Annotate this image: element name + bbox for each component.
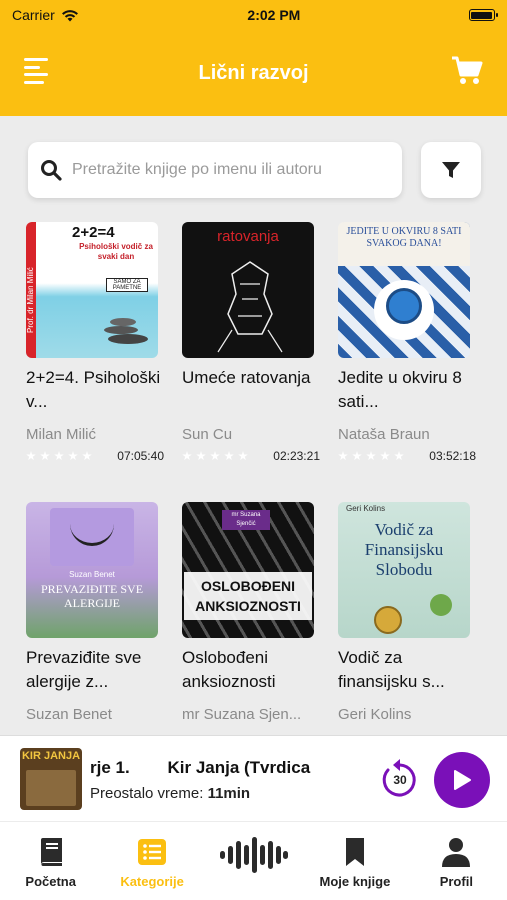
book-author: Nataša Braun bbox=[338, 426, 430, 443]
book-cover: Prof. dr Milan Milić 2+2=4 Psihološki vo… bbox=[26, 222, 158, 358]
search-box bbox=[28, 142, 402, 198]
book-cover: JEDITE U OKVIRU 8 SATI SVAKOG DANA! bbox=[338, 222, 470, 358]
cover-title: JEDITE U OKVIRU 8 SATI SVAKOG DANA! bbox=[346, 226, 462, 249]
play-icon bbox=[454, 770, 471, 790]
audio-wave-icon bbox=[219, 837, 288, 873]
tab-kategorije[interactable]: Kategorije bbox=[101, 822, 202, 900]
book-card[interactable]: Geri Kolins Vodič za Finansijsku Slobodu… bbox=[338, 502, 478, 723]
wifi-icon bbox=[61, 9, 78, 21]
cover-title: PREVAZIĐITE SVE ALERGIJE bbox=[40, 582, 144, 610]
search-icon bbox=[41, 160, 62, 181]
list-icon bbox=[138, 839, 167, 865]
filter-icon bbox=[442, 162, 460, 178]
cover-title: ratovanja bbox=[217, 228, 279, 245]
book-card[interactable]: Prof. dr Milan Milić 2+2=4 Psihološki vo… bbox=[26, 222, 166, 463]
page-title: Lični razvoj bbox=[198, 61, 309, 84]
book-meta: 02:23:21 bbox=[182, 449, 320, 463]
thumb-title: KIR JANJA bbox=[21, 750, 81, 762]
tab-audio[interactable] bbox=[203, 822, 304, 900]
book-author: Suzan Benet bbox=[26, 706, 112, 723]
bookmark-icon bbox=[345, 838, 364, 866]
book-author: Sun Cu bbox=[182, 426, 233, 443]
tab-label: Kategorije bbox=[120, 874, 184, 889]
status-time: 2:02 PM bbox=[247, 7, 301, 23]
remaining-value: 11min bbox=[207, 785, 251, 802]
book-duration: 02:23:21 bbox=[273, 449, 320, 463]
book-card[interactable]: ratovanja Umeće ratovanja Sun Cu 02:23:2… bbox=[182, 222, 322, 463]
book-cover: mr Suzana Sjenčić OSLOBOĐENI ANKSIOZNOST… bbox=[182, 502, 314, 638]
status-bar: Carrier 2:02 PM bbox=[0, 0, 507, 30]
cover-subtitle: Psihološki vodič za svaki dan bbox=[79, 242, 153, 261]
book-meta: 07:05:40 bbox=[26, 449, 164, 463]
tab-label: Profil bbox=[439, 874, 473, 889]
book-author: Geri Kolins bbox=[338, 706, 412, 723]
rewind-seconds: 30 bbox=[393, 773, 407, 787]
book-author: Milan Milić bbox=[26, 426, 97, 443]
cover-title: Vodič za Finansijsku Slobodu bbox=[364, 520, 444, 579]
search-input[interactable] bbox=[72, 161, 392, 179]
book-duration: 03:52:18 bbox=[429, 449, 476, 463]
book-card[interactable]: Suzan Benet PREVAZIĐITE SVE ALERGIJE Pre… bbox=[26, 502, 166, 723]
cover-author: Suzan Benet bbox=[69, 570, 115, 579]
cover-title: 2+2=4 bbox=[72, 224, 115, 241]
rating-stars bbox=[182, 451, 248, 461]
book-cover: Geri Kolins Vodič za Finansijsku Slobodu bbox=[338, 502, 470, 638]
book-card[interactable]: mr Suzana Sjenčić OSLOBOĐENI ANKSIOZNOST… bbox=[182, 502, 322, 723]
tab-label: Moje knjige bbox=[319, 874, 391, 889]
menu-icon[interactable] bbox=[24, 58, 52, 84]
rating-stars bbox=[338, 451, 404, 461]
book-meta: 03:52:18 bbox=[338, 449, 476, 463]
book-cover: ratovanja bbox=[182, 222, 314, 358]
cover-author: Geri Kolins bbox=[346, 504, 386, 513]
book-title: Umeće ratovanja bbox=[182, 368, 311, 387]
filter-button[interactable] bbox=[421, 142, 481, 198]
tab-bar: Početna Kategorije Moje knjige Profil bbox=[0, 822, 507, 900]
tab-pocetna[interactable]: Početna bbox=[0, 822, 101, 900]
profile-icon bbox=[442, 838, 471, 867]
player-remaining: Preostalo vreme: 11min bbox=[90, 785, 250, 802]
cover-author: Prof. dr Milan Milić bbox=[26, 267, 35, 333]
book-author: mr Suzana Sjen... bbox=[182, 706, 302, 723]
book-title: Prevaziđite sve alergije z... bbox=[26, 648, 142, 691]
warrior-illustration bbox=[217, 261, 283, 353]
rewind-button[interactable]: 30 bbox=[380, 756, 420, 802]
book-title: Oslobođeni anksioznosti bbox=[182, 648, 276, 691]
remaining-label: Preostalo vreme: bbox=[90, 785, 204, 802]
rating-stars bbox=[26, 451, 92, 461]
carrier-label: Carrier bbox=[12, 7, 55, 23]
book-title: Jedite u okviru 8 sati... bbox=[338, 368, 462, 411]
cover-badge: SAMO ZA PAMETNE bbox=[106, 278, 148, 292]
tab-moje-knjige[interactable]: Moje knjige bbox=[304, 822, 405, 900]
cart-icon[interactable] bbox=[451, 56, 483, 86]
mini-player[interactable]: KIR JANJA rje 1. Kir Janja (Tvrdica Preo… bbox=[0, 735, 507, 821]
cover-title: OSLOBOĐENI ANKSIOZNOSTI bbox=[195, 578, 301, 614]
player-track-title: rje 1. Kir Janja (Tvrdica bbox=[90, 758, 311, 777]
status-left: Carrier bbox=[12, 7, 79, 23]
play-button[interactable] bbox=[434, 752, 490, 808]
book-card[interactable]: JEDITE U OKVIRU 8 SATI SVAKOG DANA! Jedi… bbox=[338, 222, 478, 463]
player-thumbnail: KIR JANJA bbox=[20, 748, 82, 810]
tab-profil[interactable]: Profil bbox=[406, 822, 507, 900]
tab-label: Početna bbox=[25, 874, 76, 889]
cover-author: mr Suzana Sjenčić bbox=[222, 510, 270, 530]
book-title: Vodič za finansijsku s... bbox=[338, 648, 445, 691]
nav-bar: Lični razvoj bbox=[0, 30, 507, 116]
book-title: 2+2=4. Psihološki v... bbox=[26, 368, 161, 411]
book-cover: Suzan Benet PREVAZIĐITE SVE ALERGIJE bbox=[26, 502, 158, 638]
book-grid: Prof. dr Milan Milić 2+2=4 Psihološki vo… bbox=[26, 222, 486, 734]
battery-icon bbox=[468, 9, 498, 21]
book-icon bbox=[40, 838, 62, 866]
book-duration: 07:05:40 bbox=[117, 449, 164, 463]
